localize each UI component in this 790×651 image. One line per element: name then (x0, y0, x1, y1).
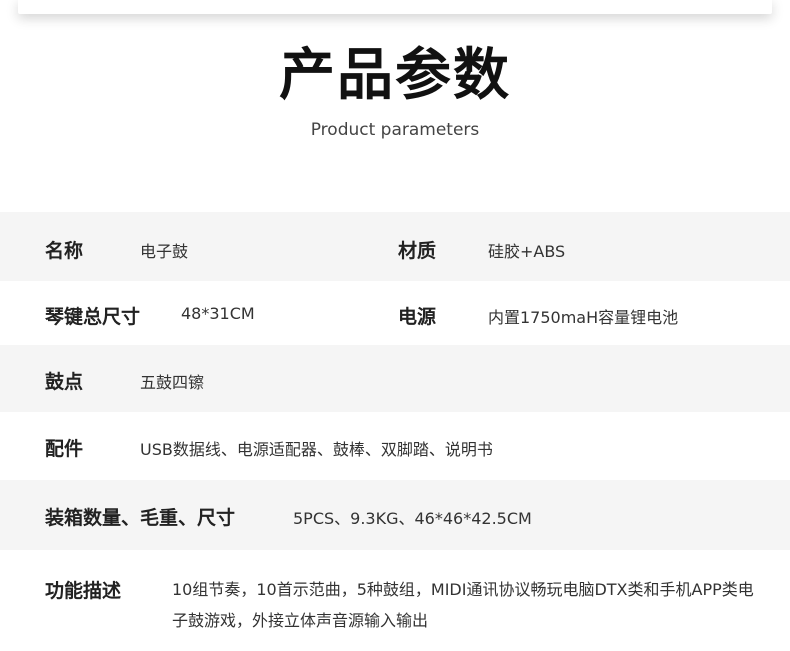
param-value-power: 内置1750maH容量锂电池 (488, 308, 679, 327)
param-row-size-power: 琴键总尺寸 48*31CM 电源 内置1750maH容量锂电池 (0, 281, 790, 345)
param-value-drum-points: 五鼓四镲 (140, 373, 205, 392)
param-label-size: 琴键总尺寸 (45, 306, 141, 328)
param-label-accessories: 配件 (45, 438, 84, 460)
param-row-drum-points: 鼓点 五鼓四镲 (0, 345, 790, 412)
top-card-edge (18, 0, 772, 14)
param-row-features: 功能描述 10组节奏，10首示范曲，5种鼓组，MIDI通讯协议畅玩电脑DTX类和… (0, 550, 790, 651)
param-value-size: 48*31CM (181, 304, 255, 323)
param-value-features: 10组节奏，10首示范曲，5种鼓组，MIDI通讯协议畅玩电脑DTX类和手机APP… (172, 580, 754, 630)
param-label-name: 名称 (45, 240, 84, 262)
param-label-packing: 装箱数量、毛重、尺寸 (45, 507, 236, 529)
param-label-features: 功能描述 (45, 580, 122, 602)
param-row-accessories: 配件 USB数据线、电源适配器、鼓棒、双脚踏、说明书 (0, 412, 790, 480)
param-value-name: 电子鼓 (140, 242, 189, 261)
param-row-name-material: 名称 电子鼓 材质 硅胶+ABS (0, 212, 790, 281)
param-label-power: 电源 (398, 306, 437, 328)
param-value-packing: 5PCS、9.3KG、46*46*42.5CM (293, 509, 532, 528)
page-subtitle: Product parameters (310, 120, 480, 140)
param-label-material: 材质 (398, 240, 437, 262)
param-row-packing: 装箱数量、毛重、尺寸 5PCS、9.3KG、46*46*42.5CM (0, 480, 790, 550)
param-value-accessories: USB数据线、电源适配器、鼓棒、双脚踏、说明书 (140, 440, 493, 459)
page-title: 产品参数 (279, 43, 511, 108)
param-value-material: 硅胶+ABS (488, 242, 566, 261)
param-label-drum-points: 鼓点 (45, 371, 84, 393)
